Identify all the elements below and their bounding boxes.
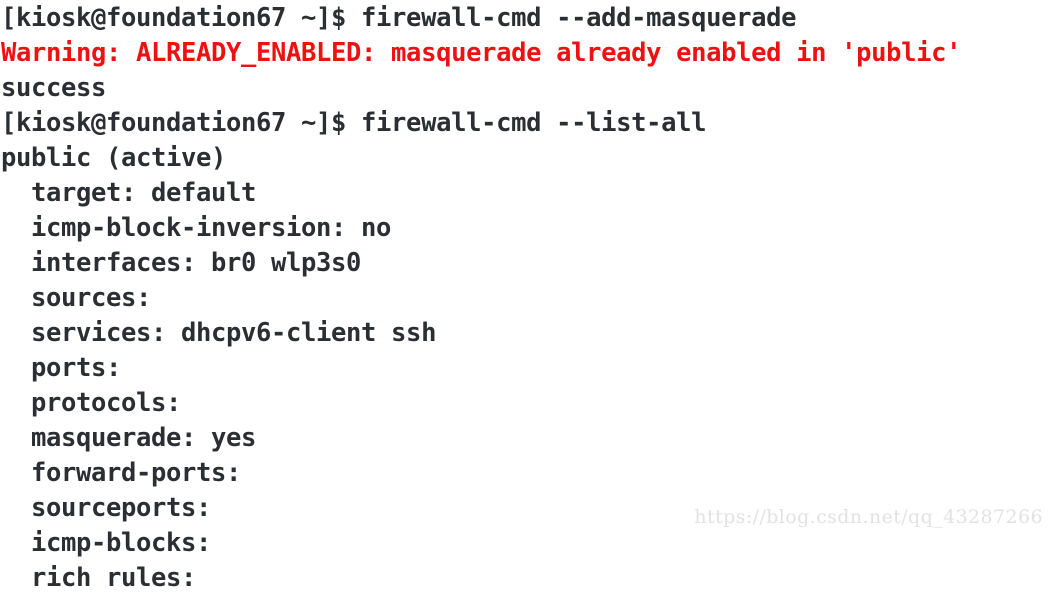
terminal-line-field-masquerade: masquerade: yes	[1, 423, 257, 453]
terminal-line-result-success: success	[1, 73, 107, 103]
terminal-line-field-sources: sources:	[1, 283, 152, 313]
terminal-line-field-target: target: default	[1, 178, 257, 208]
terminal-line-cmd-add-masquerade: [kiosk@foundation67 ~]$ firewall-cmd --a…	[1, 3, 797, 33]
terminal-line-cmd-list-all: [kiosk@foundation67 ~]$ firewall-cmd --l…	[1, 108, 707, 138]
terminal-line-field-services: services: dhcpv6-client ssh	[1, 318, 437, 348]
terminal-line-field-icmp-blocks: icmp-blocks:	[1, 528, 212, 558]
terminal-line-field-icmp-block-inversion: icmp-block-inversion: no	[1, 213, 392, 243]
terminal-line-field-rich-rules: rich rules:	[1, 563, 197, 593]
watermark-text: https://blog.csdn.net/qq_43287266	[694, 506, 1043, 528]
terminal-line-warning-already-enabled: Warning: ALREADY_ENABLED: masquerade alr…	[1, 38, 962, 68]
terminal-line-field-ports: ports:	[1, 353, 122, 383]
terminal-line-zone-public-active: public (active)	[1, 143, 227, 173]
terminal-line-field-interfaces: interfaces: br0 wlp3s0	[1, 248, 362, 278]
terminal-line-field-protocols: protocols:	[1, 388, 182, 418]
terminal-line-field-forward-ports: forward-ports:	[1, 458, 242, 488]
terminal-output-pane[interactable]: [kiosk@foundation67 ~]$ firewall-cmd --a…	[0, 0, 1051, 593]
